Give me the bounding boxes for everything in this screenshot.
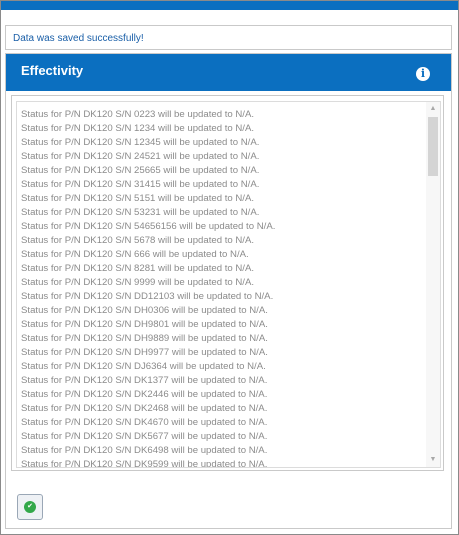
list-item: Status for P/N DK120 S/N 9999 will be up… xyxy=(21,277,255,288)
list-item: Status for P/N DK120 S/N 5151 will be up… xyxy=(21,193,255,204)
list-item: Status for P/N DK120 S/N DK4670 will be … xyxy=(21,417,268,428)
list-item: Status for P/N DK120 S/N 31415 will be u… xyxy=(21,179,260,190)
list-item: Status for P/N DK120 S/N 12345 will be u… xyxy=(21,137,260,148)
panel-title: Effectivity xyxy=(21,63,84,78)
dialog-window: Data was saved successfully! Effectivity… xyxy=(0,0,459,535)
success-message: Data was saved successfully! xyxy=(5,25,452,50)
list-item: Status for P/N DK120 S/N DH9801 will be … xyxy=(21,319,268,330)
list-item: Status for P/N DK120 S/N 53231 will be u… xyxy=(21,207,260,218)
list-item: Status for P/N DK120 S/N DK1377 will be … xyxy=(21,375,268,386)
list-item: Status for P/N DK120 S/N 666 will be upd… xyxy=(21,249,249,260)
list-item: Status for P/N DK120 S/N DD12103 will be… xyxy=(21,291,274,302)
list-item: Status for P/N DK120 S/N DK5677 will be … xyxy=(21,431,268,442)
status-list-box[interactable]: Status for P/N DK120 S/N 0223 will be up… xyxy=(16,101,441,468)
list-item: Status for P/N DK120 S/N 5678 will be up… xyxy=(21,235,255,246)
status-list: Status for P/N DK120 S/N 0223 will be up… xyxy=(21,108,421,468)
list-item: Status for P/N DK120 S/N 8281 will be up… xyxy=(21,263,255,274)
top-title-strip xyxy=(1,1,458,10)
list-item: Status for P/N DK120 S/N DK9599 will be … xyxy=(21,459,268,468)
list-item: Status for P/N DK120 S/N DH9889 will be … xyxy=(21,333,268,344)
vertical-scrollbar[interactable]: ▲ ▼ xyxy=(426,102,440,467)
list-item: Status for P/N DK120 S/N 0223 will be up… xyxy=(21,109,255,120)
panel-content: Status for P/N DK120 S/N 0223 will be up… xyxy=(11,95,444,471)
list-item: Status for P/N DK120 S/N DK2468 will be … xyxy=(21,403,268,414)
list-item: Status for P/N DK120 S/N DJ6364 will be … xyxy=(21,361,266,372)
list-item: Status for P/N DK120 S/N 25665 will be u… xyxy=(21,165,260,176)
scroll-thumb[interactable] xyxy=(428,117,438,176)
list-item: Status for P/N DK120 S/N 54656156 will b… xyxy=(21,221,276,232)
scroll-down-arrow-icon[interactable]: ▼ xyxy=(426,453,440,467)
info-icon[interactable]: i xyxy=(416,67,430,81)
list-item: Status for P/N DK120 S/N DK6498 will be … xyxy=(21,445,268,456)
thumbs-up-icon: ✔ xyxy=(24,501,36,513)
approve-button[interactable]: ✔ xyxy=(17,494,43,520)
panel-header: Effectivity i xyxy=(6,54,451,91)
scroll-up-arrow-icon[interactable]: ▲ xyxy=(426,102,440,116)
list-item: Status for P/N DK120 S/N 1234 will be up… xyxy=(21,123,255,134)
list-item: Status for P/N DK120 S/N DH9977 will be … xyxy=(21,347,268,358)
list-item: Status for P/N DK120 S/N DK2446 will be … xyxy=(21,389,268,400)
list-item: Status for P/N DK120 S/N 24521 will be u… xyxy=(21,151,260,162)
list-item: Status for P/N DK120 S/N DH0306 will be … xyxy=(21,305,268,316)
effectivity-panel: Effectivity i Status for P/N DK120 S/N 0… xyxy=(5,53,452,529)
